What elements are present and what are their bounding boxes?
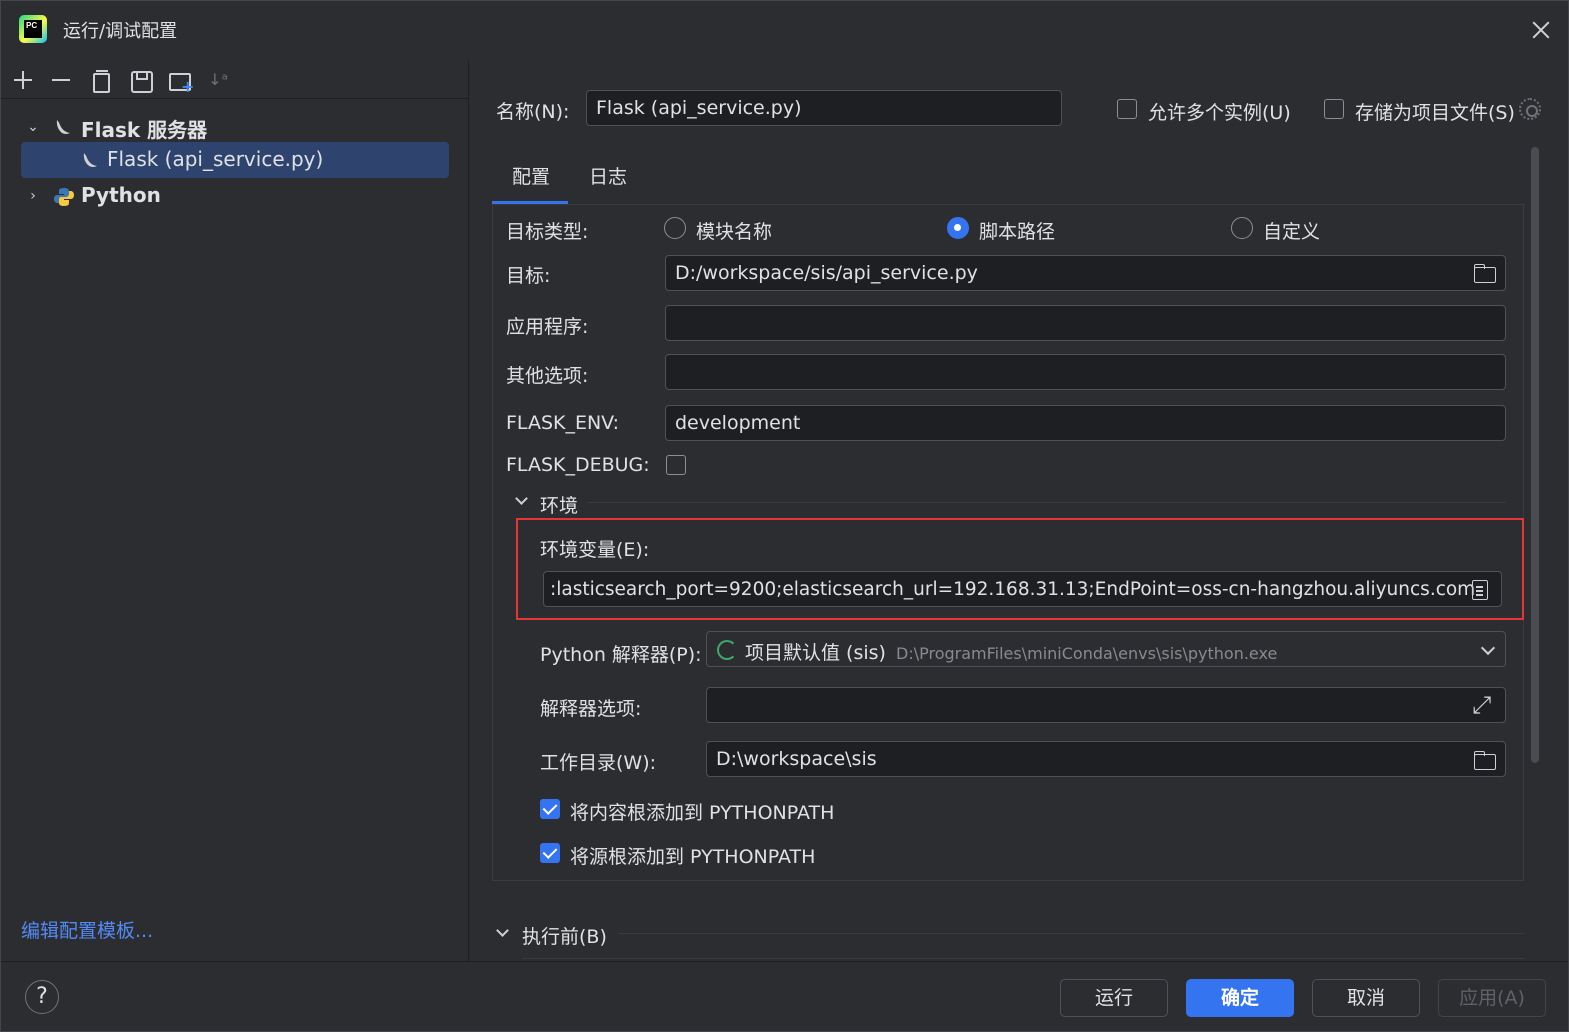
chevron-down-icon[interactable]: ⌄ [23,109,43,145]
workdir-label: 工作目录(W): [540,752,657,774]
section-divider [588,502,1506,503]
tree-item-label: Python [81,183,161,207]
tab-config[interactable]: 配置 [512,162,550,189]
python-icon [54,188,74,206]
flask-icon [56,120,70,134]
add-source-roots-checkbox[interactable] [540,843,560,863]
title-bar: PC 运行/调试配置 [1,1,1568,61]
run-button[interactable]: 运行 [1060,979,1168,1017]
loading-spinner-icon [717,640,737,660]
tab-logs[interactable]: 日志 [589,162,627,189]
tree-item-flask-api-service[interactable]: Flask (api_service.py) [1,142,469,178]
chevron-down-icon[interactable] [496,924,509,937]
add-source-roots-label: 将源根添加到 PYTHONPATH [570,846,816,868]
flask-debug-checkbox[interactable] [666,455,686,475]
pycharm-logo-icon: PC [19,15,47,43]
flask-env-label: FLASK_ENV: [506,412,620,434]
radio-script-path[interactable] [947,217,969,239]
add-icon[interactable] [11,68,35,92]
store-as-project-checkbox[interactable] [1324,99,1344,119]
store-as-project-label: 存储为项目文件(S) [1355,102,1515,124]
interpreter-label: Python 解释器(P): [540,644,702,666]
workdir-input[interactable]: D:\workspace\sis [706,741,1506,777]
edit-env-vars-icon[interactable] [1472,580,1488,600]
chevron-right-icon[interactable]: › [23,178,43,214]
other-options-input[interactable] [665,354,1506,390]
interpreter-name: 项目默认值 (sis) [745,642,886,664]
interpreter-select[interactable]: 项目默认值 (sis) D:\ProgramFiles\miniConda\en… [706,631,1506,667]
app-label: 应用程序: [506,316,589,338]
dialog-button-bar: ? 运行 确定 取消 应用(A) [1,961,1568,1031]
radio-module-name[interactable] [664,217,686,239]
sort-icon[interactable]: ↓ᵃ [206,68,230,92]
app-input[interactable] [665,305,1506,341]
tree-item-flask-server[interactable]: ⌄ Flask 服务器 [1,109,469,145]
window-title: 运行/调试配置 [63,21,178,42]
other-options-label: 其他选项: [506,365,589,387]
radio-script-path-label: 脚本路径 [979,221,1056,243]
new-folder-icon[interactable] [167,68,194,99]
close-icon[interactable] [1530,19,1552,41]
interpreter-options-label: 解释器选项: [540,698,642,720]
target-type-label: 目标类型: [506,221,589,243]
copy-icon[interactable] [88,68,112,93]
config-editor-panel: 名称(N): Flask (api_service.py) 允许多个实例(U) … [470,61,1568,961]
env-vars-label: 环境变量(E): [540,539,650,561]
radio-module-name-label: 模块名称 [696,221,773,243]
folder-icon[interactable] [1474,751,1496,770]
env-vars-input[interactable]: :lasticsearch_port=9200;elasticsearch_ur… [543,571,1502,607]
add-content-roots-checkbox[interactable] [540,799,560,819]
allow-multiple-checkbox[interactable] [1117,99,1137,119]
radio-custom[interactable] [1231,217,1253,239]
env-vars-value: :lasticsearch_port=9200;elasticsearch_ur… [550,579,1476,600]
scrollbar[interactable] [1531,147,1539,763]
interpreter-path: D:\ProgramFiles\miniConda\envs\sis\pytho… [896,644,1278,663]
target-label: 目标: [506,265,551,287]
tree-item-label: Flask 服务器 [81,118,208,142]
add-content-roots-label: 将内容根添加到 PYTHONPATH [570,802,835,824]
tree-toolbar: ↓ᵃ [1,61,469,99]
before-launch-label[interactable]: 执行前(B) [522,922,607,949]
save-icon[interactable] [128,68,153,93]
remove-icon[interactable] [49,68,73,92]
section-divider [618,933,1524,934]
config-tree-panel: ↓ᵃ ⌄ Flask 服务器 Flask (api_service.py) › [1,61,469,961]
ok-button[interactable]: 确定 [1186,979,1294,1017]
tree-item-label: Flask (api_service.py) [107,147,324,171]
interpreter-options-input[interactable] [706,687,1506,723]
flask-icon [83,153,97,167]
allow-multiple-label: 允许多个实例(U) [1148,102,1291,124]
tree-item-python[interactable]: › Python [1,178,469,214]
flask-debug-label: FLASK_DEBUG: [506,454,650,476]
name-input[interactable]: Flask (api_service.py) [586,90,1062,126]
target-input[interactable]: D:/workspace/sis/api_service.py [665,255,1506,291]
radio-custom-label: 自定义 [1263,221,1321,243]
folder-icon[interactable] [1474,264,1496,283]
cancel-button[interactable]: 取消 [1312,979,1420,1017]
expand-icon[interactable] [1472,691,1494,719]
apply-button[interactable]: 应用(A) [1438,979,1546,1017]
section-divider [522,958,1524,959]
edit-templates-link[interactable]: 编辑配置模板... [21,916,153,943]
gear-icon[interactable] [1519,98,1541,120]
flask-env-input[interactable]: development [665,405,1506,441]
target-value: D:/workspace/sis/api_service.py [675,262,978,284]
run-debug-config-dialog: PC 运行/调试配置 ↓ᵃ ⌄ Flask 服务器 [0,0,1569,1032]
environment-section-label[interactable]: 环境 [540,491,578,518]
help-button[interactable]: ? [25,980,59,1014]
name-label: 名称(N): [496,101,570,123]
